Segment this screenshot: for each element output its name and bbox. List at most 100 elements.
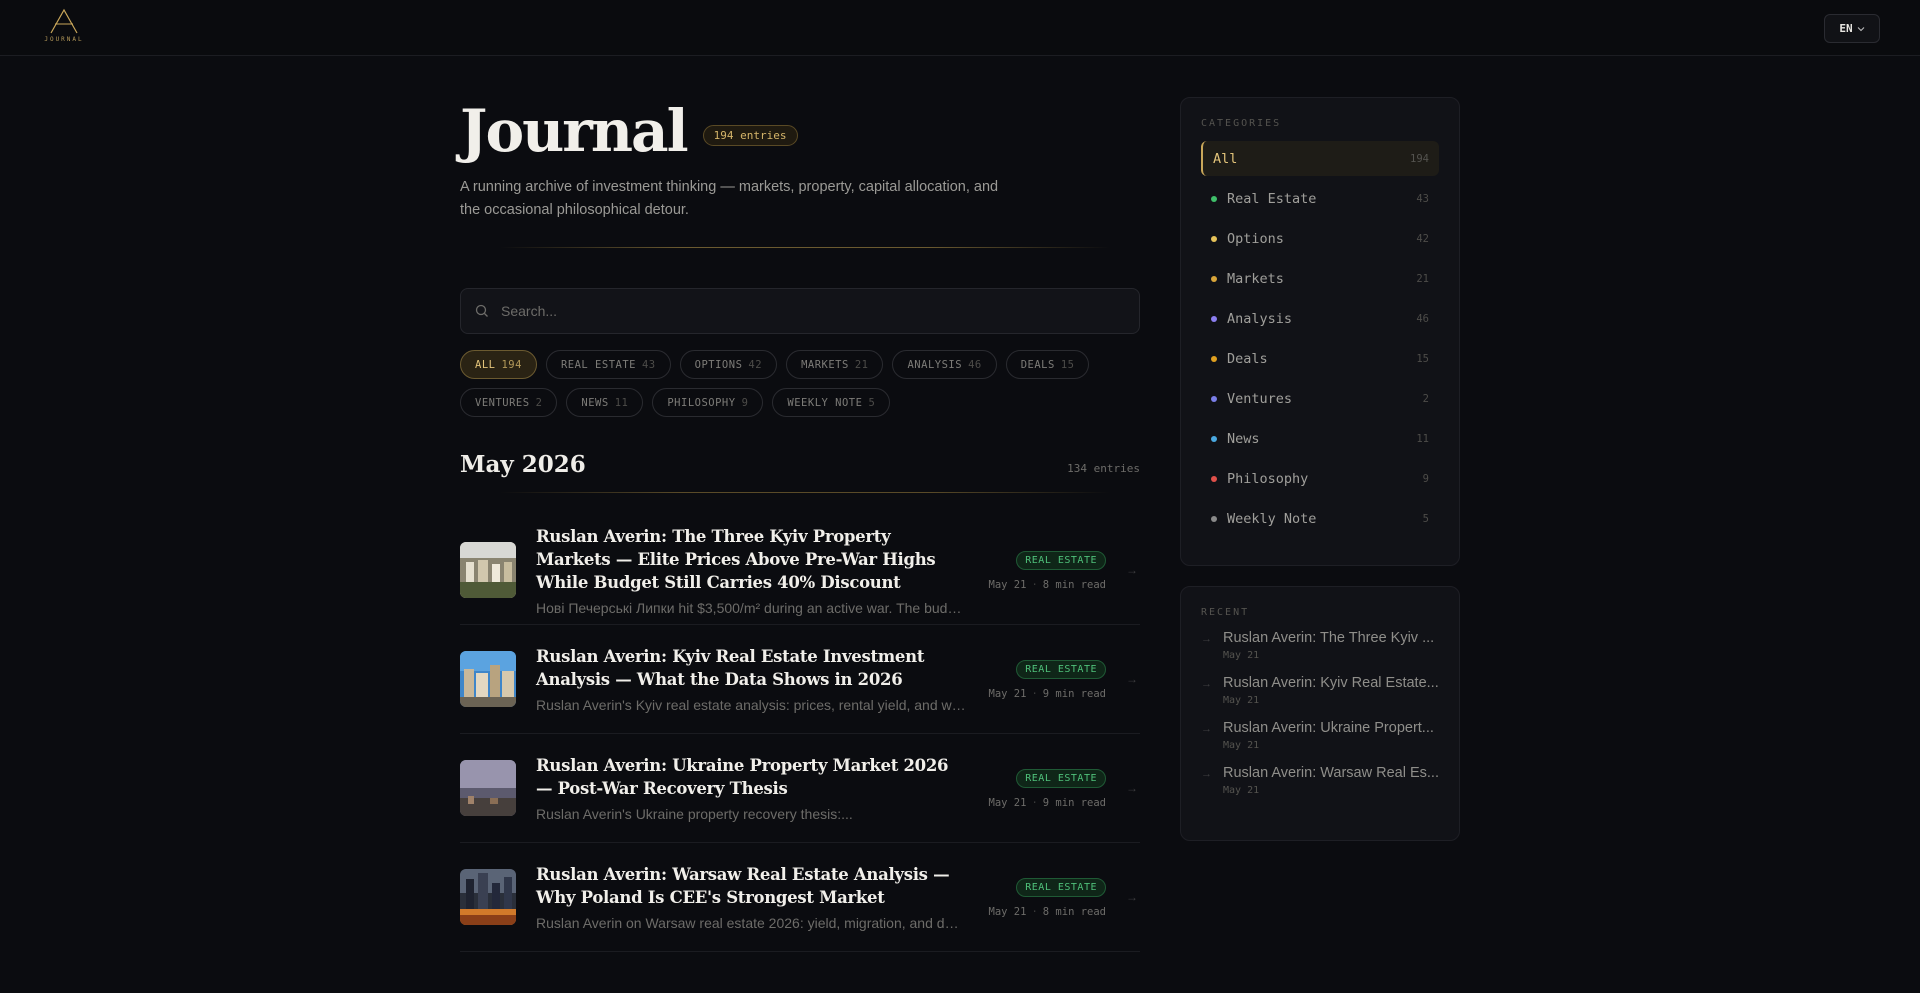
category-dot-icon [1211,395,1217,402]
recent-item[interactable]: → Ruslan Averin: Ukraine Propert... May … [1201,720,1439,751]
arrow-right-icon: → [1201,678,1212,690]
arrow-right-icon: → [1126,890,1138,904]
category-all[interactable]: All 194 [1201,141,1439,176]
chip-count: 5 [868,396,876,409]
chip-label: OPTIONS [694,358,743,371]
category-label: Markets [1227,270,1284,287]
category-count: 42 [1416,232,1429,245]
chip-analysis[interactable]: ANALYSIS 46 [892,350,997,379]
title-row: Journal 194 entries [460,96,1140,166]
post-title[interactable]: Ruslan Averin: Warsaw Real Estate Analys… [536,863,966,909]
post-read-time: 9 min read [1042,687,1106,700]
category-label: Options [1227,230,1284,247]
post-excerpt: Ruslan Averin's Ukraine property recover… [536,806,853,822]
post-title[interactable]: Ruslan Averin: The Three Kyiv Property M… [536,525,966,594]
chip-count: 46 [968,358,982,371]
separator: · [1031,905,1038,918]
category-dot-icon [1211,235,1217,242]
category-deals[interactable]: Deals 15 [1201,341,1439,376]
divider [500,492,1110,493]
chip-weekly-note[interactable]: WEEKLY NOTE 5 [772,388,891,417]
category-markets[interactable]: Markets 21 [1201,261,1439,296]
search-box[interactable] [460,288,1140,334]
post-title[interactable]: Ruslan Averin: Kyiv Real Estate Investme… [536,645,966,691]
chip-ventures[interactable]: VENTURES 2 [460,388,558,417]
post-meta: REAL ESTATE May 21 · 8 min read [989,550,1106,591]
category-tag[interactable]: REAL ESTATE [1016,659,1106,679]
chip-label: WEEKLY NOTE [787,396,863,409]
chip-news[interactable]: NEWS 11 [566,388,644,417]
search-input[interactable] [501,303,1101,319]
recent-title[interactable]: Ruslan Averin: Warsaw Real Es... [1223,765,1439,781]
category-label: Analysis [1227,310,1293,327]
recent-title[interactable]: Ruslan Averin: Ukraine Propert... [1223,720,1439,736]
language-selector[interactable]: EN [1824,14,1880,43]
category-dot-icon [1211,275,1217,282]
chip-label: PHILOSOPHY [667,396,736,409]
recent-title[interactable]: Ruslan Averin: The Three Kyiv ... [1223,630,1439,646]
recent-label: RECENT [1201,607,1250,618]
arrow-right-icon: → [1201,633,1212,645]
category-label: Ventures [1227,390,1293,407]
recent-date: May 21 [1223,650,1260,661]
category-tag[interactable]: REAL ESTATE [1016,768,1106,788]
category-count: 15 [1416,352,1429,365]
category-label: News [1227,430,1260,447]
chip-count: 194 [501,358,522,371]
category-news[interactable]: News 11 [1201,421,1439,456]
separator: · [1031,578,1038,591]
categories-label: CATEGORIES [1201,118,1282,129]
category-dot-icon [1211,435,1217,442]
category-label: All [1213,150,1238,167]
category-tag[interactable]: REAL ESTATE [1016,877,1106,897]
recent-title[interactable]: Ruslan Averin: Kyiv Real Estate... [1223,675,1439,691]
category-philosophy[interactable]: Philosophy 9 [1201,461,1439,496]
post-item[interactable]: Ruslan Averin: Warsaw Real Estate Analys… [460,843,1140,952]
post-item[interactable]: Ruslan Averin: Ukraine Property Market 2… [460,734,1140,843]
arrow-right-icon: → [1126,781,1138,795]
post-date: May 21 [988,796,1027,809]
logo[interactable]: JOURNAL [40,8,88,48]
recent-item[interactable]: → Ruslan Averin: Kyiv Real Estate... May… [1201,675,1439,706]
chip-all[interactable]: ALL 194 [460,350,537,379]
category-label: Weekly Note [1227,510,1317,527]
search-icon [475,304,488,317]
arrow-right-icon: → [1201,723,1212,735]
category-dot-icon [1211,195,1217,202]
recent-date: May 21 [1223,695,1260,706]
chip-real-estate[interactable]: REAL ESTATE 43 [545,350,671,379]
chip-philosophy[interactable]: PHILOSOPHY 9 [652,388,764,417]
category-weekly-note[interactable]: Weekly Note 5 [1201,501,1439,536]
category-count: 9 [1422,472,1429,485]
category-dot-icon [1211,475,1217,482]
post-date: May 21 [988,905,1027,918]
chip-count: 9 [741,396,749,409]
category-label: Philosophy [1227,470,1309,487]
arrow-right-icon: → [1201,768,1212,780]
post-meta: REAL ESTATE May 21 · 9 min read [989,659,1106,700]
recent-item[interactable]: → Ruslan Averin: Warsaw Real Es... May 2… [1201,765,1439,796]
chip-count: 21 [854,358,869,371]
chip-options[interactable]: OPTIONS 42 [679,350,778,379]
logo-mark-icon [50,8,78,34]
post-title[interactable]: Ruslan Averin: Ukraine Property Market 2… [536,754,966,800]
post-excerpt: Ruslan Averin's Kyiv real estate analysi… [536,697,966,713]
page-subtitle: A running archive of investment thinking… [460,179,999,218]
chip-deals[interactable]: DEALS 15 [1005,350,1090,379]
post-thumbnail [460,651,516,707]
category-tag[interactable]: REAL ESTATE [1016,550,1106,570]
chip-markets[interactable]: MARKETS 21 [786,350,884,379]
recent-item[interactable]: → Ruslan Averin: The Three Kyiv ... May … [1201,630,1439,661]
category-ventures[interactable]: Ventures 2 [1201,381,1439,416]
category-real-estate[interactable]: Real Estate 43 [1201,181,1439,216]
chip-label: ALL [475,358,496,371]
post-item[interactable]: Ruslan Averin: The Three Kyiv Property M… [460,516,1140,625]
chevron-down-icon [1857,26,1865,31]
category-analysis[interactable]: Analysis 46 [1201,301,1439,336]
month-title: May 2026 [460,451,586,478]
category-options[interactable]: Options 42 [1201,221,1439,256]
post-date: May 21 [988,687,1027,700]
post-item[interactable]: Ruslan Averin: Kyiv Real Estate Investme… [460,625,1140,734]
category-dot-icon [1211,315,1217,322]
post-read-time: 9 min read [1042,796,1106,809]
